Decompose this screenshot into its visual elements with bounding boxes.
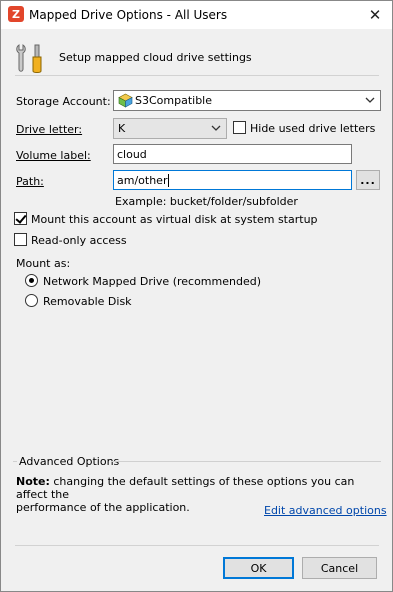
header-text: Setup mapped cloud drive settings: [59, 51, 252, 64]
storage-account-label: Storage Account:: [16, 95, 111, 108]
path-input[interactable]: am/other: [113, 170, 352, 190]
dialog-window: Z Mapped Drive Options - All Users ✕ Set…: [0, 0, 393, 592]
path-example: Example: bucket/folder/subfolder: [115, 195, 298, 208]
volume-label-input[interactable]: cloud: [113, 144, 352, 164]
hide-used-label[interactable]: Hide used drive letters: [250, 122, 375, 135]
advanced-group-line-right: [111, 461, 381, 462]
mount-startup-label[interactable]: Mount this account as virtual disk at sy…: [31, 213, 318, 226]
read-only-checkbox[interactable]: [14, 233, 27, 246]
network-drive-radio[interactable]: [25, 274, 38, 287]
chevron-down-icon: [211, 125, 221, 131]
path-label-text: Path:: [16, 175, 44, 188]
path-value: am/other: [117, 173, 168, 187]
note-line2: performance of the application.: [16, 501, 190, 514]
title-bar: Z Mapped Drive Options - All Users ✕: [1, 1, 392, 29]
storage-account-value: S3Compatible: [135, 94, 213, 107]
ok-button[interactable]: OK: [223, 557, 294, 579]
footer-separator: [15, 545, 379, 546]
header-separator: [15, 75, 379, 76]
s3-cube-icon: [118, 93, 133, 108]
network-drive-label[interactable]: Network Mapped Drive (recommended): [43, 275, 261, 288]
advanced-options-title: Advanced Options: [19, 455, 120, 468]
app-icon: Z: [8, 6, 24, 22]
volume-label-label: Volume label:: [16, 149, 91, 162]
drive-letter-label-text: Drive letter:: [16, 123, 83, 136]
removable-disk-label[interactable]: Removable Disk: [43, 295, 132, 308]
window-title: Mapped Drive Options - All Users: [29, 8, 228, 22]
chevron-down-icon: [365, 97, 375, 103]
text-caret: [168, 173, 170, 187]
drive-letter-label: Drive letter:: [16, 123, 82, 136]
edit-advanced-options-link[interactable]: Edit advanced options: [264, 504, 387, 517]
read-only-label[interactable]: Read-only access: [31, 234, 127, 247]
close-button[interactable]: ✕: [358, 1, 392, 29]
mount-startup-checkbox[interactable]: [14, 212, 27, 225]
note-line1: changing the default settings of these o…: [16, 475, 355, 501]
advanced-group-line-left: [13, 461, 17, 462]
path-label: Path:: [16, 175, 44, 188]
hide-used-checkbox[interactable]: [233, 121, 246, 134]
cancel-button[interactable]: Cancel: [302, 557, 377, 579]
volume-label-value: cloud: [117, 147, 147, 161]
volume-label-label-text: Volume label:: [16, 149, 91, 162]
removable-disk-radio[interactable]: [25, 294, 38, 307]
browse-button[interactable]: ...: [356, 170, 380, 190]
tools-icon: [16, 44, 42, 73]
drive-letter-value: K: [118, 122, 126, 135]
drive-letter-select[interactable]: K: [113, 118, 227, 139]
storage-account-select[interactable]: S3Compatible: [113, 90, 381, 111]
note-prefix: Note:: [16, 475, 50, 488]
mount-as-label: Mount as:: [16, 257, 71, 270]
